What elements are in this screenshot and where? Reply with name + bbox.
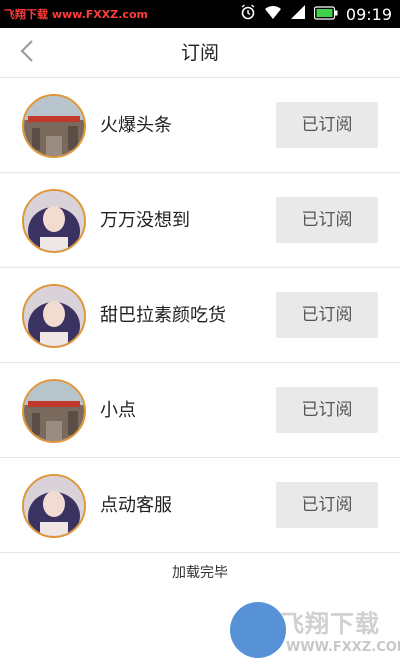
watermark-logo: 飞翔下载 WWW.FXXZ.COM bbox=[230, 602, 400, 662]
subscription-list: 火爆头条 已订阅 万万没想到 已订阅 甜巴拉素颜吃货 已订阅 小点 已订阅 点动… bbox=[0, 78, 400, 553]
avatar bbox=[22, 94, 86, 158]
list-item[interactable]: 火爆头条 已订阅 bbox=[0, 78, 400, 173]
subscribed-button[interactable]: 已订阅 bbox=[276, 102, 378, 148]
alarm-icon bbox=[240, 4, 256, 24]
subscribed-button[interactable]: 已订阅 bbox=[276, 292, 378, 338]
list-item[interactable]: 小点 已订阅 bbox=[0, 363, 400, 458]
subscription-name: 万万没想到 bbox=[100, 210, 190, 231]
avatar bbox=[22, 284, 86, 348]
avatar bbox=[22, 379, 86, 443]
status-watermark-text: 飞翔下载 www.FXXZ.com bbox=[4, 8, 148, 21]
list-item[interactable]: 点动客服 已订阅 bbox=[0, 458, 400, 553]
subscription-name: 小点 bbox=[100, 400, 136, 421]
nav-bar: 订阅 bbox=[0, 28, 400, 78]
logo-icon bbox=[230, 602, 286, 658]
status-icons: 09:19 bbox=[240, 4, 392, 24]
battery-icon bbox=[313, 5, 338, 24]
page-title: 订阅 bbox=[180, 42, 219, 64]
subscription-name: 甜巴拉素颜吃货 bbox=[100, 305, 226, 326]
subscribed-button[interactable]: 已订阅 bbox=[276, 482, 378, 528]
avatar bbox=[22, 189, 86, 253]
status-time: 09:19 bbox=[345, 4, 392, 24]
watermark-logo-text: 飞翔下载 bbox=[280, 610, 380, 638]
subscription-name: 火爆头条 bbox=[100, 115, 172, 136]
avatar bbox=[22, 474, 86, 538]
subscription-name: 点动客服 bbox=[100, 495, 172, 516]
status-bar: 飞翔下载 www.FXXZ.com 09:19 bbox=[0, 0, 400, 28]
watermark-logo-url: WWW.FXXZ.COM bbox=[286, 640, 400, 655]
signal-icon bbox=[290, 4, 306, 24]
wifi-icon bbox=[264, 4, 282, 24]
list-item[interactable]: 甜巴拉素颜吃货 已订阅 bbox=[0, 268, 400, 363]
subscribed-button[interactable]: 已订阅 bbox=[276, 387, 378, 433]
subscribed-button[interactable]: 已订阅 bbox=[276, 197, 378, 243]
load-complete-text: 加载完毕 bbox=[172, 565, 228, 581]
list-item[interactable]: 万万没想到 已订阅 bbox=[0, 173, 400, 268]
